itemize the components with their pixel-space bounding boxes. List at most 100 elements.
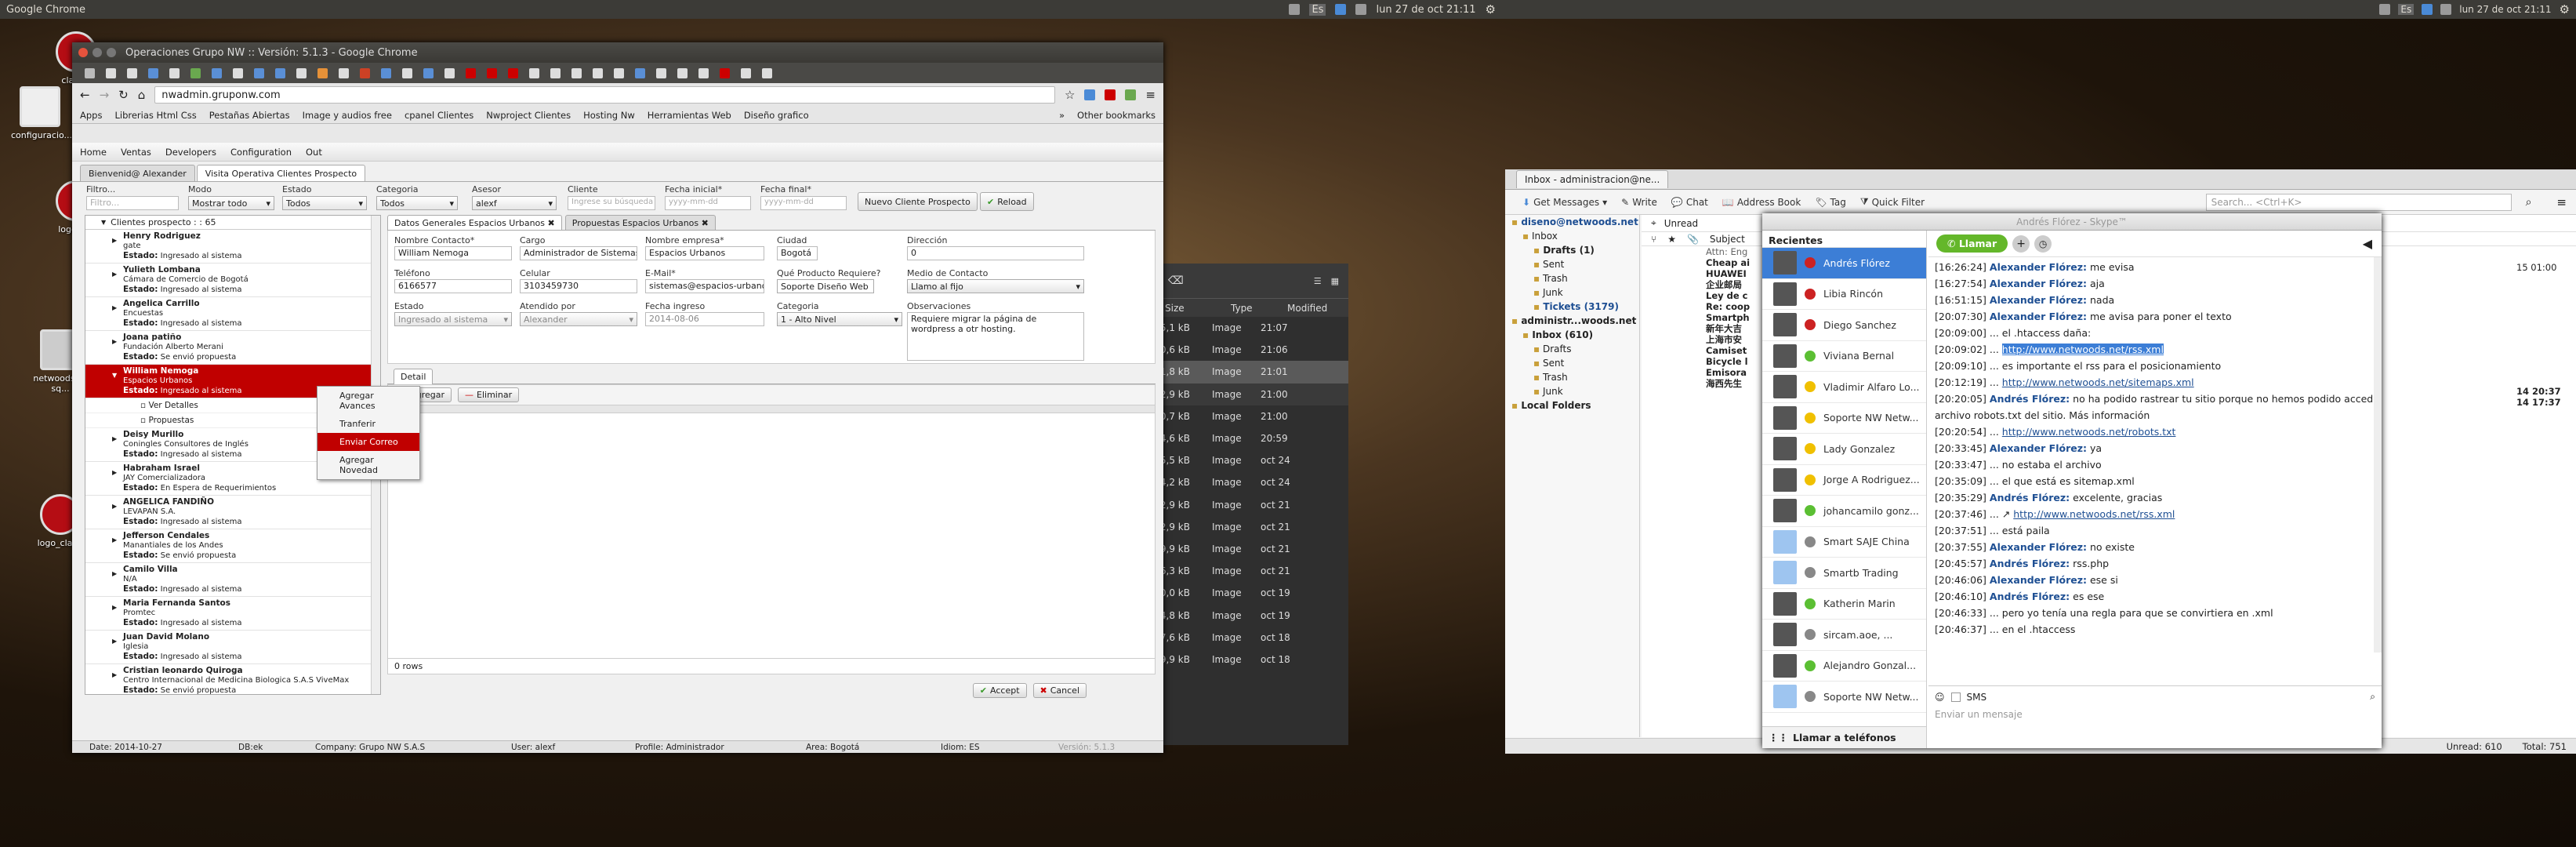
write-button[interactable]: ✎ Write — [1621, 197, 1657, 208]
clock[interactable]: lun 27 de oct 21:11 — [1376, 4, 1475, 16]
browser-tab-icon[interactable] — [466, 67, 476, 78]
back-arrow-icon[interactable]: ◀ — [2363, 236, 2372, 251]
contact-item[interactable]: Viviana Bernal — [1762, 341, 1926, 372]
gear-icon[interactable]: ⚙ — [1486, 2, 1496, 16]
bookmark-apps[interactable]: Apps — [80, 110, 102, 121]
folder-item[interactable]: ▪ Drafts — [1505, 342, 1639, 356]
thread-icon[interactable]: ⑂ — [1651, 234, 1656, 245]
folder-item[interactable]: ▪ diseno@netwoods.net — [1505, 215, 1639, 229]
browser-tab-icon[interactable] — [762, 67, 772, 78]
message-input[interactable]: Enviar un mensaje — [1928, 707, 2382, 722]
browser-tab-icon[interactable] — [212, 67, 222, 78]
close-window-button[interactable] — [78, 48, 88, 57]
bookmarks-more[interactable]: » — [1059, 110, 1065, 121]
browser-tab-icon[interactable] — [444, 67, 455, 78]
home-icon[interactable]: ⌂ — [138, 88, 146, 102]
categoria-select[interactable]: Todos ▾ — [376, 196, 458, 210]
reload-icon[interactable]: ↻ — [118, 88, 129, 102]
menu-icon[interactable]: ≡ — [2556, 195, 2567, 209]
contact-item[interactable]: Lady Gonzalez — [1762, 434, 1926, 465]
telefono-field[interactable]: 6166577 — [394, 279, 512, 293]
folder-item[interactable]: ▪ administr...woods.net — [1505, 314, 1639, 328]
client-row[interactable]: ▶ Maria Fernanda Santos Promtec Estado: Ing… — [85, 597, 380, 631]
expand-icon[interactable]: ▶ — [112, 236, 117, 245]
contact-item[interactable]: johancamilo gonz... — [1762, 496, 1926, 527]
atendido-por-select[interactable]: Alexander ▾ — [520, 312, 637, 326]
menu-developers[interactable]: Developers — [165, 147, 216, 158]
tag-button[interactable]: 🏷 Tag — [1815, 197, 1846, 208]
tab-detail[interactable]: Detail — [394, 369, 434, 384]
emoticon-icon[interactable]: ☺ — [1935, 692, 1945, 703]
clock-icon[interactable]: ◷ — [2034, 234, 2052, 253]
menu-configuration[interactable]: Configuration — [230, 147, 292, 158]
folder-item[interactable]: ▪ Inbox (610) — [1505, 328, 1639, 342]
contact-item[interactable]: Soporte NW Netw... — [1762, 403, 1926, 434]
cargo-field[interactable]: Administrador de Sistemas — [520, 246, 637, 260]
fecha-ingreso-field[interactable]: 2014-08-06 — [645, 312, 764, 326]
menu-item-agregar-novedad[interactable]: Agregar Novedad — [317, 451, 419, 479]
menu-out[interactable]: Out — [306, 147, 322, 158]
clock[interactable]: lun 27 de oct 21:11 — [2459, 4, 2551, 15]
expand-icon[interactable]: ▶ — [112, 536, 117, 545]
expand-icon[interactable]: ▶ — [112, 270, 117, 279]
browser-tab-icon[interactable] — [487, 67, 497, 78]
contact-item[interactable]: Vladimir Alfaro Lo... — [1762, 372, 1926, 403]
keyboard-layout[interactable]: Es — [1309, 3, 1326, 16]
star-icon[interactable]: ★ — [1667, 234, 1676, 245]
browser-tab-icon[interactable] — [317, 67, 328, 78]
keyboard-layout[interactable]: Es — [2398, 4, 2415, 15]
producto-select[interactable]: Soporte Diseño Web — [777, 279, 874, 293]
back-icon[interactable]: ← — [80, 88, 90, 102]
browser-tab-icon[interactable] — [656, 67, 666, 78]
maximize-window-button[interactable] — [107, 48, 116, 57]
cancel-button[interactable]: ✖ Cancel — [1032, 683, 1087, 698]
accept-button[interactable]: ✔ Accept — [972, 683, 1027, 698]
client-row[interactable]: ▶ Angelica Carrillo Encuestas Estado: Ingre… — [85, 297, 380, 331]
add-icon[interactable]: + — [2012, 234, 2030, 253]
folder-item[interactable]: ▪ Local Folders — [1505, 398, 1639, 413]
medio-contacto-select[interactable]: Llamo al fijo ▾ — [907, 279, 1084, 293]
contact-item[interactable]: Andrés Flórez — [1762, 248, 1926, 279]
message-link[interactable]: http://www.netwoods.net/rss.xml — [2001, 344, 2164, 355]
gear-icon[interactable]: ⚙ — [2560, 2, 2570, 16]
browser-tab-icon[interactable] — [190, 67, 201, 78]
categoria-select[interactable]: 1 - Alto Nivel ▾ — [777, 312, 902, 326]
expand-icon[interactable]: ▼ — [112, 371, 117, 380]
browser-tab-icon[interactable] — [254, 67, 264, 78]
cliente-search-input[interactable]: Ingrese su búsqueda — [568, 196, 655, 210]
folder-item[interactable]: ▪ Trash — [1505, 370, 1639, 384]
search-icon[interactable]: ⌕ — [2370, 691, 2375, 703]
menu-home[interactable]: Home — [80, 147, 107, 158]
estado-select[interactable]: Ingresado al sistema ▾ — [394, 312, 512, 326]
modo-select[interactable]: Mostrar todo ▾ — [188, 196, 274, 210]
search-input[interactable]: Search... <Ctrl+K> — [2205, 193, 2512, 211]
mail-icon[interactable] — [2422, 4, 2433, 15]
quick-filter-button[interactable]: ⧩ Quick Filter — [1860, 196, 1925, 208]
volume-icon[interactable] — [1355, 4, 1367, 15]
client-row[interactable]: ▶ Joana patiño Fundación Alberto Merani Est… — [85, 331, 380, 365]
battery-icon[interactable] — [1289, 4, 1301, 15]
browser-tab-icon[interactable] — [593, 67, 603, 78]
fecha-inicial-input[interactable]: yyyy-mm-dd — [665, 196, 751, 210]
message-link[interactable]: http://www.netwoods.net/robots.txt — [2002, 426, 2176, 438]
contact-item[interactable]: Libia Rincón — [1762, 279, 1926, 310]
bookmark-folder[interactable]: Herramientas Web — [648, 110, 731, 121]
browser-tab-icon[interactable] — [614, 67, 624, 78]
menu-ventas[interactable]: Ventas — [121, 147, 151, 158]
nombre-contacto-field[interactable]: William Nemoga — [394, 246, 512, 260]
browser-tab-icon[interactable] — [402, 67, 412, 78]
tab-datos-generales[interactable]: Datos Generales Espacios Urbanos ✖ — [387, 215, 562, 230]
get-messages-button[interactable]: ⬇ Get Messages ▾ — [1522, 197, 1607, 208]
back-icon[interactable]: ⌫ — [1168, 274, 1184, 287]
contact-item[interactable]: Smartb Trading — [1762, 558, 1926, 589]
ciudad-field[interactable]: Bogotá — [777, 246, 818, 260]
nuevo-cliente-button[interactable]: Nuevo Cliente Prospecto — [858, 192, 978, 211]
minimize-window-button[interactable] — [93, 48, 102, 57]
browser-tab-icon[interactable] — [360, 67, 370, 78]
bookmark-folder[interactable]: Image y audios free — [303, 110, 392, 121]
grid-icon[interactable]: ▦ — [1331, 276, 1339, 286]
contact-item[interactable]: Alejandro Gonzal... — [1762, 651, 1926, 682]
browser-tab-icon[interactable] — [339, 67, 349, 78]
volume-icon[interactable] — [2440, 4, 2452, 15]
forward-icon[interactable]: → — [100, 88, 110, 102]
